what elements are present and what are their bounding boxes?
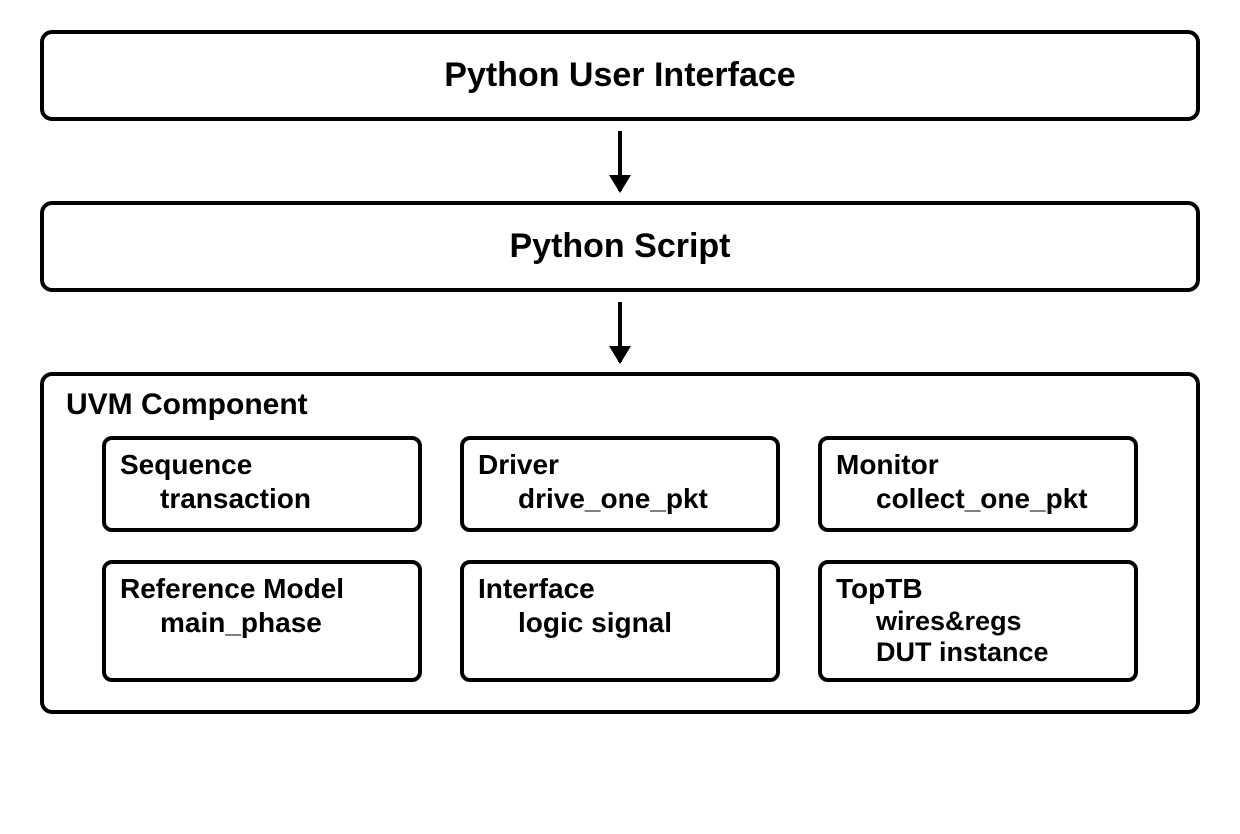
uvm-component-container: UVM Component Sequence transaction Drive… xyxy=(40,372,1200,714)
python-ui-box: Python User Interface xyxy=(40,30,1200,121)
refmodel-sub: main_phase xyxy=(120,606,404,640)
driver-title: Driver xyxy=(478,448,762,482)
driver-sub: drive_one_pkt xyxy=(478,482,762,516)
monitor-box: Monitor collect_one_pkt xyxy=(818,436,1138,532)
arrow-1-container xyxy=(40,121,1200,201)
monitor-sub: collect_one_pkt xyxy=(836,482,1120,516)
arrow-down-icon xyxy=(618,302,622,362)
sequence-title: Sequence xyxy=(120,448,404,482)
toptb-sub1: wires&regs xyxy=(836,606,1120,637)
sequence-box: Sequence transaction xyxy=(102,436,422,532)
interface-box: Interface logic signal xyxy=(460,560,780,682)
toptb-box: TopTB wires&regs DUT instance xyxy=(818,560,1138,682)
python-script-box: Python Script xyxy=(40,201,1200,292)
refmodel-box: Reference Model main_phase xyxy=(102,560,422,682)
monitor-title: Monitor xyxy=(836,448,1120,482)
python-script-label: Python Script xyxy=(509,227,730,265)
interface-sub: logic signal xyxy=(478,606,762,640)
uvm-component-title: UVM Component xyxy=(62,388,1178,422)
refmodel-title: Reference Model xyxy=(120,572,404,606)
uvm-row-2: Reference Model main_phase Interface log… xyxy=(62,560,1178,682)
interface-title: Interface xyxy=(478,572,762,606)
toptb-title: TopTB xyxy=(836,572,1120,606)
sequence-sub: transaction xyxy=(120,482,404,516)
driver-box: Driver drive_one_pkt xyxy=(460,436,780,532)
python-ui-label: Python User Interface xyxy=(444,56,795,94)
toptb-sub2: DUT instance xyxy=(836,637,1120,668)
arrow-down-icon xyxy=(618,131,622,191)
uvm-row-1: Sequence transaction Driver drive_one_pk… xyxy=(62,436,1178,532)
arrow-2-container xyxy=(40,292,1200,372)
